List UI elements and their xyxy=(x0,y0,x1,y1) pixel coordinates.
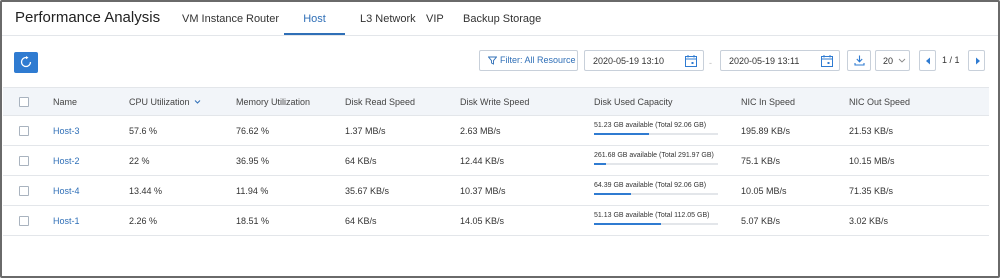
disk-write-speed: 12.44 KB/s xyxy=(460,156,505,166)
host-name-link[interactable]: Host-1 xyxy=(53,216,80,226)
date-range-separator: - xyxy=(709,58,712,68)
table-row[interactable]: Host-1 2.26 % 18.51 % 64 KB/s 14.05 KB/s… xyxy=(3,206,989,236)
filter-button[interactable]: Filter: All Resource xyxy=(479,50,578,71)
column-header-cpu[interactable]: CPU Utilization xyxy=(129,97,201,107)
host-name-link[interactable]: Host-4 xyxy=(53,186,80,196)
disk-capacity-text: 51.23 GB available (Total 92.06 GB) xyxy=(594,122,707,129)
performance-analysis-panel: Performance Analysis VM Instance Router … xyxy=(0,0,1000,278)
disk-capacity-bar xyxy=(594,193,718,195)
tab-backup-storage[interactable]: Backup Storage xyxy=(463,13,541,35)
cpu-utilization: 22 % xyxy=(129,156,150,166)
nic-in-speed: 195.89 KB/s xyxy=(741,126,791,136)
disk-write-speed: 14.05 KB/s xyxy=(460,216,505,226)
filter-label: Filter: All Resource xyxy=(500,55,576,65)
column-header-disk-capacity[interactable]: Disk Used Capacity xyxy=(594,97,673,107)
table-row[interactable]: Host-4 13.44 % 11.94 % 35.67 KB/s 10.37 … xyxy=(3,176,989,206)
disk-read-speed: 64 KB/s xyxy=(345,156,377,166)
table-header: Name CPU Utilization Memory Utilization … xyxy=(3,87,989,116)
column-header-nic-in[interactable]: NIC In Speed xyxy=(741,97,795,107)
tab-vip[interactable]: VIP xyxy=(426,13,444,35)
disk-capacity-bar xyxy=(594,223,718,225)
tab-vm-instance[interactable]: VM Instance xyxy=(182,13,243,35)
nic-out-speed: 10.15 MB/s xyxy=(849,156,895,166)
calendar-icon[interactable] xyxy=(685,55,697,67)
page-size-value: 20 xyxy=(883,56,894,66)
row-checkbox[interactable] xyxy=(19,126,29,136)
page-size-select[interactable]: 20 xyxy=(875,50,910,71)
column-header-name[interactable]: Name xyxy=(53,97,77,107)
end-date-input[interactable]: 2020-05-19 13:11 xyxy=(720,50,840,71)
calendar-icon[interactable] xyxy=(821,55,833,67)
page-title: Performance Analysis xyxy=(15,9,161,26)
row-checkbox[interactable] xyxy=(19,186,29,196)
cpu-utilization: 13.44 % xyxy=(129,186,163,196)
caret-left-icon xyxy=(926,57,930,65)
download-icon xyxy=(854,55,865,66)
column-header-disk-read[interactable]: Disk Read Speed xyxy=(345,97,415,107)
refresh-icon xyxy=(20,56,32,68)
filter-icon xyxy=(488,56,497,65)
nic-out-speed: 21.53 KB/s xyxy=(849,126,894,136)
host-name-link[interactable]: Host-3 xyxy=(53,126,80,136)
memory-utilization: 18.51 % xyxy=(236,216,270,226)
nic-out-speed: 71.35 KB/s xyxy=(849,186,894,196)
table-row[interactable]: Host-2 22 % 36.95 % 64 KB/s 12.44 KB/s 2… xyxy=(3,146,989,176)
disk-write-speed: 10.37 MB/s xyxy=(460,186,506,196)
tab-l3-network[interactable]: L3 Network xyxy=(360,13,416,35)
row-checkbox[interactable] xyxy=(19,216,29,226)
end-date-value: 2020-05-19 13:11 xyxy=(729,56,800,66)
start-date-input[interactable]: 2020-05-19 13:10 xyxy=(584,50,704,71)
next-page-button[interactable] xyxy=(968,50,985,71)
prev-page-button[interactable] xyxy=(919,50,936,71)
start-date-value: 2020-05-19 13:10 xyxy=(593,56,665,66)
disk-capacity-text: 261.68 GB available (Total 291.97 GB) xyxy=(594,152,714,159)
column-header-memory[interactable]: Memory Utilization xyxy=(236,97,310,107)
disk-read-speed: 35.67 KB/s xyxy=(345,186,390,196)
host-name-link[interactable]: Host-2 xyxy=(53,156,80,166)
caret-right-icon xyxy=(976,57,980,65)
disk-capacity-bar xyxy=(594,133,718,135)
nic-in-speed: 10.05 MB/s xyxy=(741,186,787,196)
disk-read-speed: 64 KB/s xyxy=(345,216,377,226)
refresh-button[interactable] xyxy=(14,52,38,73)
disk-capacity-text: 64.39 GB available (Total 92.06 GB) xyxy=(594,182,707,189)
memory-utilization: 11.94 % xyxy=(236,186,269,196)
cpu-utilization: 57.6 % xyxy=(129,126,158,136)
export-button[interactable] xyxy=(847,50,871,71)
disk-capacity-fill xyxy=(594,133,649,135)
column-header-disk-write[interactable]: Disk Write Speed xyxy=(460,97,529,107)
pager-text: 1 / 1 xyxy=(942,55,960,65)
disk-write-speed: 2.63 MB/s xyxy=(460,126,501,136)
header-bar: Performance Analysis VM Instance Router … xyxy=(2,2,998,36)
disk-capacity-bar xyxy=(594,163,718,165)
cpu-utilization: 2.26 % xyxy=(129,216,158,226)
memory-utilization: 36.95 % xyxy=(236,156,270,166)
disk-capacity-fill xyxy=(594,223,661,225)
chevron-down-icon xyxy=(898,58,906,63)
table-row[interactable]: Host-3 57.6 % 76.62 % 1.37 MB/s 2.63 MB/… xyxy=(3,116,989,146)
chevron-down-icon xyxy=(194,100,201,104)
memory-utilization: 76.62 % xyxy=(236,126,270,136)
disk-capacity-fill xyxy=(594,163,607,165)
tab-host[interactable]: Host xyxy=(284,13,345,35)
disk-capacity-text: 51.13 GB available (Total 112.05 GB) xyxy=(594,212,710,219)
select-all-checkbox[interactable] xyxy=(19,97,29,107)
tab-router[interactable]: Router xyxy=(246,13,279,35)
disk-capacity-fill xyxy=(594,193,632,195)
nic-in-speed: 75.1 KB/s xyxy=(741,156,781,166)
nic-in-speed: 5.07 KB/s xyxy=(741,216,781,226)
row-checkbox[interactable] xyxy=(19,156,29,166)
nic-out-speed: 3.02 KB/s xyxy=(849,216,889,226)
column-header-cpu-label: CPU Utilization xyxy=(129,97,190,107)
column-header-nic-out[interactable]: NIC Out Speed xyxy=(849,97,910,107)
disk-read-speed: 1.37 MB/s xyxy=(345,126,386,136)
